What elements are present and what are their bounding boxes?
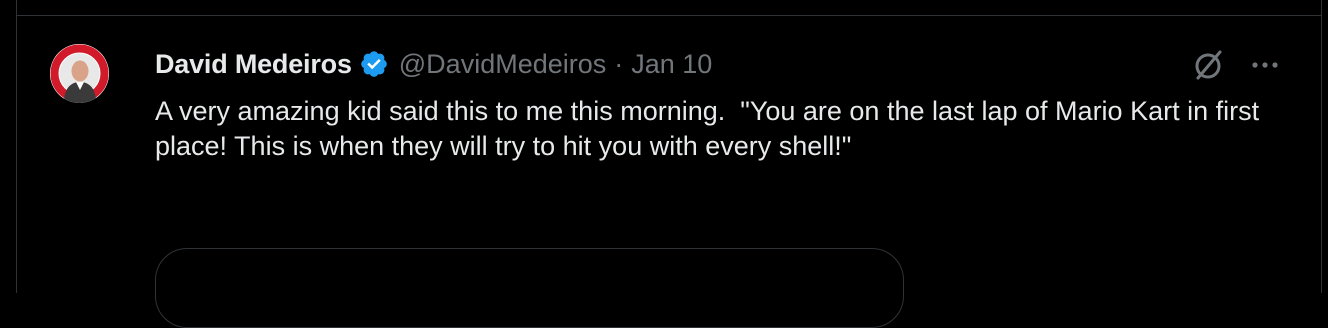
avatar-image (50, 44, 109, 103)
avatar[interactable] (50, 44, 109, 103)
author-handle[interactable]: @DavidMedeiros (399, 49, 606, 80)
author-display-name[interactable]: David Medeiros (155, 49, 352, 80)
verified-badge-icon (359, 49, 389, 79)
post-article[interactable]: David Medeiros @DavidMedeiros · Jan 10 A… (17, 16, 1321, 328)
post-text: A very amazing kid said this to me this … (155, 96, 1267, 161)
post-date[interactable]: Jan 10 (631, 49, 712, 80)
header-separator: · (614, 48, 624, 79)
media-card[interactable] (155, 248, 904, 328)
grok-slash-circle-icon[interactable] (1190, 47, 1226, 83)
post-header: David Medeiros @DavidMedeiros · Jan 10 (155, 46, 712, 82)
more-horizontal-icon[interactable] (1249, 52, 1281, 78)
timeline-column: David Medeiros @DavidMedeiros · Jan 10 A… (16, 0, 1322, 328)
